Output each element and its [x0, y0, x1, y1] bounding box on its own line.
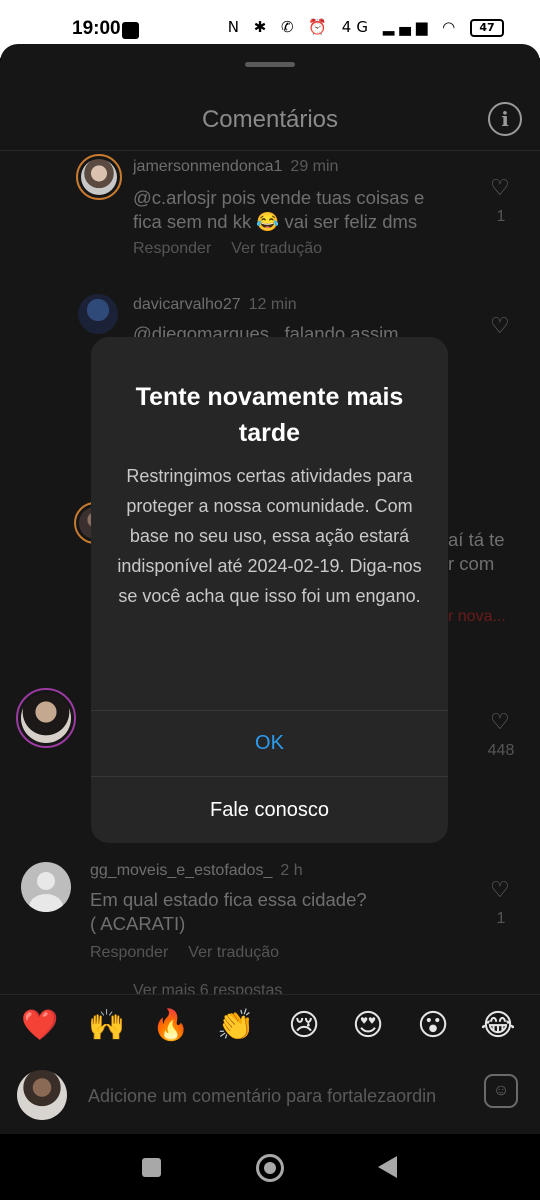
error-dialog: Tente novamente mais tarde Restringimos … — [91, 337, 448, 843]
translate-link[interactable]: Ver tradução — [231, 240, 322, 257]
emoji-heart[interactable]: ❤️ — [20, 1009, 60, 1043]
translate-link[interactable]: Ver tradução — [188, 944, 279, 961]
drag-handle[interactable] — [245, 62, 295, 67]
comment-actions: Responder Ver tradução — [133, 240, 342, 258]
reply-link[interactable]: Responder — [133, 240, 211, 257]
avatar[interactable] — [78, 294, 118, 334]
comment-text-line: Em qual estado fica essa cidade? — [90, 889, 367, 910]
comment-text-fragment: r com — [448, 553, 495, 574]
emoji-laughing[interactable]: 😂 — [478, 1009, 518, 1043]
avatar[interactable] — [16, 688, 76, 748]
comment-text: Em qual estado fica essa cidade? ( ACARA… — [90, 888, 367, 936]
battery-icon: 47 — [470, 18, 504, 37]
ok-button[interactable]: OK — [91, 711, 448, 776]
heart-icon[interactable]: ♡ — [490, 710, 510, 735]
emoji-fire[interactable]: 🔥 — [151, 1009, 191, 1043]
comment-text-line: ( ACARATI) — [90, 913, 186, 934]
emoji-clap[interactable]: 👏 — [216, 1009, 256, 1043]
info-icon[interactable]: i — [488, 102, 522, 136]
back-icon[interactable] — [378, 1156, 397, 1178]
notification-icon — [122, 22, 139, 39]
recents-icon[interactable] — [142, 1158, 161, 1177]
comment-text-line: @c.arlosjr pois vende tuas coisas e — [133, 187, 425, 208]
comment-actions: Responder Ver tradução — [90, 944, 299, 962]
home-icon[interactable] — [256, 1154, 284, 1182]
dialog-body: Restringimos certas atividades para prot… — [117, 466, 422, 606]
emoji-surprised[interactable]: 😮 — [413, 1009, 453, 1043]
avatar[interactable] — [76, 154, 122, 200]
comment-text-line: fica sem nd kk 😂 vai ser feliz dms — [133, 211, 418, 232]
comment-time: 29 min — [290, 158, 339, 175]
comment-time: 12 min — [248, 296, 297, 313]
user-avatar — [17, 1070, 67, 1120]
like-count: 448 — [487, 742, 515, 759]
comment-item: gg_moveis_e_estofados_ 2 h Em qual estado… — [0, 854, 540, 1004]
comment-input[interactable] — [86, 1080, 475, 1112]
comment-username[interactable]: davicarvalho27 12 min — [133, 296, 297, 314]
heart-icon[interactable]: ♡ — [490, 314, 510, 339]
comment-username[interactable]: gg_moveis_e_estofados_ 2 h — [90, 862, 303, 880]
dialog-title: Tente novamente mais tarde — [135, 383, 404, 447]
emoji-crying[interactable]: 😢 — [284, 1009, 324, 1043]
system-nav-bar — [0, 1134, 540, 1200]
reply-link[interactable]: Responder — [90, 944, 168, 961]
header-divider — [0, 150, 540, 151]
comment-username[interactable]: jamersonmendonca1 29 min — [133, 158, 338, 176]
emoji-bar: ❤️ 🙌 🔥 👏 😢 😍 😮 😂 — [0, 994, 540, 1059]
like-count: 1 — [496, 910, 506, 927]
comment-item: jamersonmendonca1 29 min @c.arlosjr pois … — [0, 152, 540, 282]
comment-input-row: ☺ — [0, 1060, 540, 1134]
sticker-icon[interactable]: ☺ — [484, 1074, 518, 1108]
contact-us-button[interactable]: Fale conosco — [91, 777, 448, 843]
sheet-title: Comentários — [201, 106, 339, 133]
emoji-heart-eyes[interactable]: 😍 — [348, 1009, 388, 1043]
heart-icon[interactable]: ♡ — [490, 176, 510, 201]
heart-icon[interactable]: ♡ — [490, 878, 510, 903]
avatar[interactable] — [21, 862, 71, 912]
status-icons-text: N ✱ ✆ ⏰ 4G ▂▄▆ ◠ — [227, 18, 461, 36]
comment-time: 2 h — [280, 862, 303, 879]
see-more-link[interactable]: r nova... — [448, 608, 506, 626]
emoji-raised-hands[interactable]: 🙌 — [87, 1009, 127, 1043]
like-count: 1 — [496, 208, 506, 225]
status-time: 19:00 — [72, 18, 121, 39]
comment-text: @c.arlosjr pois vende tuas coisas e fica… — [133, 186, 424, 234]
status-icons: N ✱ ✆ ⏰ 4G ▂▄▆ ◠ 47 — [228, 18, 504, 37]
comment-text-fragment: aí tá te — [448, 529, 505, 550]
